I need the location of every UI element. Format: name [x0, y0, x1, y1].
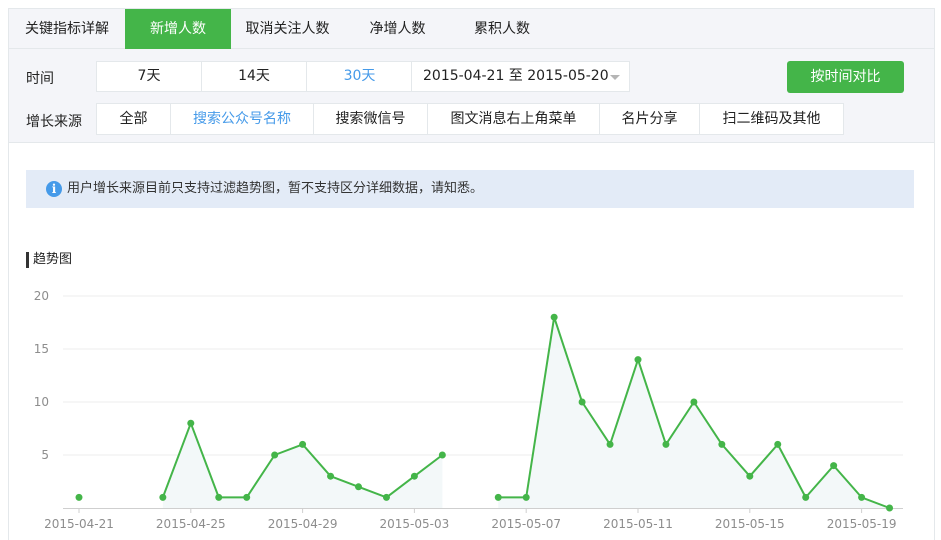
data-point	[327, 472, 335, 480]
data-point	[355, 483, 362, 491]
data-point	[634, 356, 642, 364]
trend-chart: 5 10 15 20 2015-04-21 2015-04-25 2015-04-29 201…	[34, 289, 903, 531]
data-point	[858, 493, 866, 501]
data-point	[494, 493, 502, 501]
data-point	[271, 451, 279, 459]
y-tick-label: 15	[34, 342, 49, 356]
data-point	[215, 493, 223, 501]
x-tick-label: 2015-04-21	[44, 517, 114, 531]
data-point	[522, 493, 530, 501]
x-tick-label: 2015-05-03	[380, 517, 450, 531]
data-point	[187, 419, 195, 427]
data-point	[243, 493, 251, 501]
x-tick-label: 2015-05-15	[715, 517, 785, 531]
data-point	[690, 398, 698, 406]
data-point	[578, 398, 586, 406]
data-point	[550, 313, 558, 321]
data-point	[886, 504, 894, 512]
data-point	[438, 451, 446, 459]
data-point	[774, 440, 782, 448]
data-point	[802, 493, 810, 501]
y-tick-label: 5	[41, 448, 49, 462]
y-tick-label: 20	[34, 289, 49, 303]
x-tick-label: 2015-05-19	[827, 517, 897, 531]
data-point	[382, 493, 390, 501]
data-point	[410, 472, 418, 480]
series-area	[162, 423, 443, 508]
y-tick-label: 10	[34, 395, 49, 409]
data-point	[718, 440, 726, 448]
data-point	[606, 440, 614, 448]
series-area	[498, 317, 890, 508]
data-point	[830, 462, 838, 470]
x-tick-label: 2015-05-07	[491, 517, 561, 531]
data-point	[159, 493, 167, 501]
x-tick-label: 2015-04-25	[156, 517, 226, 531]
x-tick-label: 2015-04-29	[268, 517, 338, 531]
data-point	[299, 440, 307, 448]
data-point	[75, 493, 83, 501]
data-point	[662, 440, 670, 448]
x-tick-label: 2015-05-11	[603, 517, 673, 531]
data-point	[746, 472, 754, 480]
